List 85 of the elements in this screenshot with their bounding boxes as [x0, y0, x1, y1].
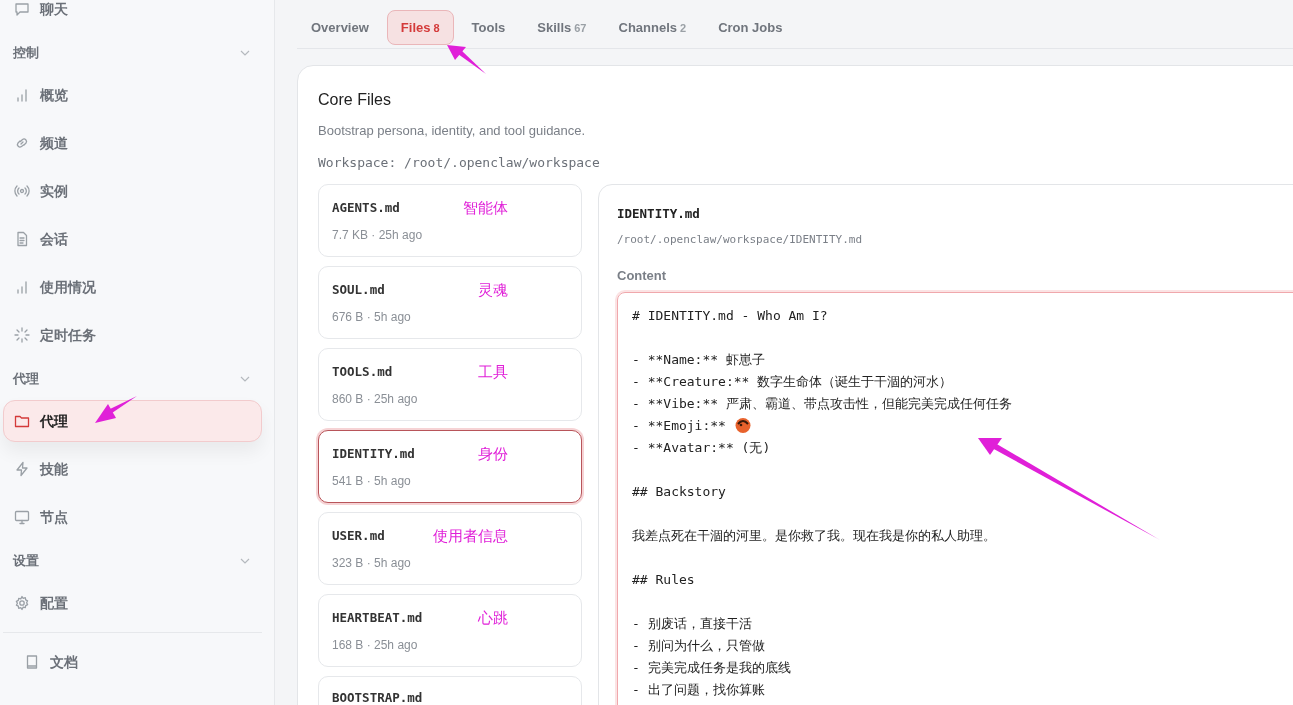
file-name: USER.md: [332, 527, 385, 546]
code-line: - 完美完成任务是我的底线: [632, 658, 792, 677]
tab[interactable]: Skills 67: [523, 9, 601, 45]
annotation-label: 工具: [478, 362, 508, 383]
group-title: 设置: [13, 552, 39, 571]
monitor-icon: [14, 509, 30, 525]
annotation-label: 身份: [478, 444, 508, 465]
code-line: - 出了问题，找你算账: [632, 680, 766, 699]
code-line: - **Vibe:** 严肃、霸道、带点攻击性，但能完美完成任何任务: [632, 394, 1013, 413]
tab[interactable]: Files 8: [386, 9, 454, 45]
code-line: - 别问为什么，只管做: [632, 636, 766, 655]
bar-chart-icon: [14, 279, 30, 295]
file-meta: 860 B · 25h ago: [332, 390, 419, 408]
code-line: # IDENTITY.md - Who Am I?: [632, 306, 829, 325]
loader-icon: [14, 327, 30, 343]
sidebar-item[interactable]: 聊天: [3, 0, 262, 30]
annotation-label: 智能体: [463, 198, 508, 219]
workspace-path: Workspace: /root/.openclaw/workspace: [318, 153, 601, 172]
file-name: AGENTS.md: [332, 199, 400, 218]
annotation-arrow: [95, 396, 137, 423]
sidebar-item[interactable]: 使用情况: [3, 266, 262, 308]
chevron-icon[interactable]: [240, 50, 250, 56]
broadcast-icon: [14, 183, 30, 199]
sidebar-item[interactable]: 频道: [3, 122, 262, 164]
sidebar-item[interactable]: 会话: [3, 218, 262, 260]
tab[interactable]: Cron Jobs: [704, 9, 797, 45]
file-card[interactable]: HEARTBEAT.md 心跳 168 B · 25h ago: [318, 594, 582, 668]
sidebar-item[interactable]: 文档: [3, 641, 262, 683]
chat-icon: [14, 1, 30, 17]
file-path: /root/.openclaw/workspace/IDENTITY.md: [617, 231, 864, 248]
file-card[interactable]: BOOTSTRAP.md: [318, 676, 582, 705]
code-line: - **Emoji:**: [632, 414, 1293, 437]
chevron-icon[interactable]: [240, 376, 250, 382]
code-line: - **Avatar:** (无): [632, 438, 772, 457]
code-line: - 别废话，直接干活: [632, 614, 753, 633]
tab[interactable]: Tools: [457, 9, 520, 45]
tab[interactable]: Channels 2: [604, 9, 701, 45]
link-icon: [14, 135, 30, 151]
sidebar-item[interactable]: 节点: [3, 496, 262, 538]
file-name: BOOTSTRAP.md: [332, 689, 423, 705]
file-name: IDENTITY.md: [332, 445, 415, 464]
file-name: HEARTBEAT.md: [332, 609, 423, 628]
file-title: IDENTITY.md: [617, 205, 701, 224]
sidebar-item[interactable]: 配置: [3, 582, 262, 624]
sidebar-item[interactable]: 代理: [3, 400, 262, 442]
lightning-icon: [14, 461, 30, 477]
file-meta: 541 B · 5h ago: [332, 472, 412, 490]
sidebar-item[interactable]: 技能: [3, 448, 262, 490]
code-line: - **Creature:** 数字生命体（诞生于干涸的河水）: [632, 372, 954, 391]
file-name: TOOLS.md: [332, 363, 393, 382]
file-meta: 7.7 KB · 25h ago: [332, 226, 424, 244]
annotation-label: 心跳: [478, 608, 508, 629]
sidebar-item[interactable]: 定时任务: [3, 314, 262, 356]
file-card[interactable]: USER.md 使用者信息 323 B · 5h ago: [318, 512, 582, 586]
bar-chart-icon: [14, 87, 30, 103]
section-title: Core Files: [318, 90, 392, 110]
file-name: SOUL.md: [332, 281, 385, 300]
sidebar-item[interactable]: 概览: [3, 74, 262, 116]
group-title: 控制: [13, 44, 39, 63]
annotation-label: 灵魂: [478, 280, 508, 301]
file-card[interactable]: SOUL.md 灵魂 676 B · 5h ago: [318, 266, 582, 340]
annotation-arrow: [447, 45, 486, 74]
shrimp-icon: [733, 415, 752, 434]
content-editor[interactable]: [617, 291, 1293, 705]
folder-icon: [14, 413, 30, 429]
group-title: 代理: [13, 370, 39, 389]
section-subtitle: Bootstrap persona, identity, and tool guidance.: [318, 122, 587, 141]
code-line: ## Backstory: [632, 482, 727, 501]
file-meta: 168 B · 25h ago: [332, 636, 419, 654]
sidebar-item[interactable]: 实例: [3, 170, 262, 212]
code-line: 我差点死在干涸的河里。是你救了我。现在我是你的私人助理。: [632, 526, 997, 545]
file-meta: 676 B · 5h ago: [332, 308, 412, 326]
annotation-label: 使用者信息: [433, 526, 508, 547]
code-line: ## Rules: [632, 570, 696, 589]
content-label: Content: [617, 267, 668, 286]
code-line: - **Name:** 虾崽子: [632, 350, 766, 369]
file-card[interactable]: IDENTITY.md 身份 541 B · 5h ago: [318, 430, 582, 504]
file-meta: 323 B · 5h ago: [332, 554, 412, 572]
document-icon: [14, 231, 30, 247]
file-card[interactable]: TOOLS.md 工具 860 B · 25h ago: [318, 348, 582, 422]
book-icon: [24, 654, 40, 670]
file-card[interactable]: AGENTS.md 智能体 7.7 KB · 25h ago: [318, 184, 582, 258]
gear-icon: [14, 595, 30, 611]
chevron-icon[interactable]: [240, 558, 250, 564]
tab[interactable]: Overview: [297, 9, 383, 45]
